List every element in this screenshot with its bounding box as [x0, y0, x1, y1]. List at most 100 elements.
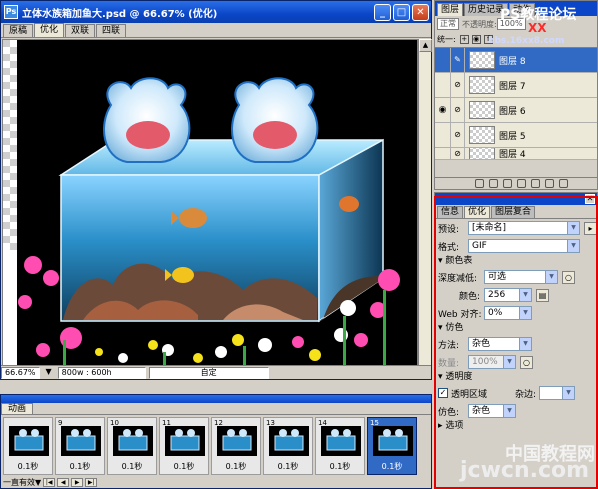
close-button[interactable]: ✕ — [412, 3, 429, 21]
tab-4-up[interactable]: 四联 — [96, 24, 127, 37]
tab-optimized[interactable]: 优化 — [34, 23, 65, 37]
unify-position-icon[interactable]: + — [459, 35, 469, 44]
document-titlebar[interactable]: Ps 立体水族箱加鱼大.psd @ 66.67% (优化) _ □ ✕ — [1, 1, 431, 23]
prev-frame-button[interactable]: ◀ — [57, 477, 70, 487]
visibility-toggle[interactable] — [435, 73, 451, 97]
watermark-top-url: bbs.16xx8.com — [488, 36, 565, 46]
maximize-button[interactable]: □ — [393, 3, 410, 21]
frame-delay[interactable]: 0.1秒 — [264, 461, 312, 472]
animation-frame-selected[interactable]: 15 0.1秒 — [367, 417, 417, 475]
layer-row[interactable]: ✎ 图层 8 — [435, 48, 597, 73]
custom-status[interactable]: 自定 — [148, 366, 269, 379]
layer-name: 图层 5 — [499, 131, 526, 142]
image-size-info[interactable]: 800w : 600h — [57, 366, 146, 379]
layer-name: 图层 4 — [499, 150, 526, 160]
format-select[interactable]: GIF ▼ — [468, 239, 580, 253]
layer-name: 图层 7 — [499, 81, 526, 92]
photoshop-screen: { "document": { "title": "立体水族箱加鱼大.psd @… — [0, 0, 598, 489]
visibility-toggle[interactable] — [435, 123, 451, 147]
depth-row: 深度减低: 可选 ▼ ○ — [435, 268, 597, 286]
animation-frame[interactable]: 13 0.1秒 — [263, 417, 313, 475]
mask-icon[interactable] — [503, 179, 512, 188]
tab-2-up[interactable]: 双联 — [65, 24, 96, 37]
tab-animation[interactable]: 动画 — [1, 403, 34, 414]
tab-info[interactable]: 信息 — [437, 206, 464, 218]
chevron-down-icon[interactable]: ▼ — [35, 478, 41, 487]
chevron-down-icon: ▼ — [519, 338, 531, 350]
animation-frame[interactable]: 10 0.1秒 — [107, 417, 157, 475]
link-layers-icon[interactable] — [475, 179, 484, 188]
eye-icon[interactable]: ◉ — [435, 98, 451, 122]
canvas-vertical-scrollbar[interactable]: ▲ — [418, 39, 432, 367]
animation-frame[interactable]: 9 0.1秒 — [55, 417, 105, 475]
visibility-toggle[interactable] — [435, 148, 451, 159]
frame-delay[interactable]: 0.1秒 — [4, 461, 52, 472]
link-icon[interactable]: ⊘ — [451, 98, 465, 122]
frame-delay[interactable]: 0.1秒 — [108, 461, 156, 472]
frame-delay[interactable]: 0.1秒 — [316, 461, 364, 472]
web-snap-select[interactable]: 0% ▼ — [484, 306, 532, 320]
chevron-down-icon: ▼ — [545, 271, 557, 283]
layer-thumbnail — [469, 126, 495, 144]
chevron-down-icon: ▼ — [567, 240, 579, 252]
dither-label: 仿色 — [445, 323, 464, 333]
document-canvas[interactable] — [2, 39, 418, 367]
minimize-button[interactable]: _ — [374, 3, 391, 21]
zoom-arrow-icon[interactable]: ▼ — [43, 367, 55, 379]
colors-select[interactable]: 256 ▼ — [484, 288, 532, 302]
tab-optimize[interactable]: 优化 — [464, 206, 491, 218]
loop-select[interactable]: 一直有效 — [3, 477, 35, 488]
adjustment-icon[interactable] — [517, 179, 526, 188]
trash-icon[interactable] — [559, 179, 568, 188]
zoom-field[interactable]: 66.67% — [1, 366, 40, 379]
visibility-toggle[interactable] — [435, 48, 451, 72]
optimize-panel-header[interactable]: ✕ — [435, 193, 597, 205]
link-icon[interactable]: ⊘ — [451, 73, 465, 97]
layer-row[interactable]: ⊘ 图层 4 — [435, 148, 597, 160]
tab-layer-comps[interactable]: 图层复合 — [491, 206, 536, 218]
animation-frame[interactable]: 12 0.1秒 — [211, 417, 261, 475]
transparency-checkbox[interactable]: ✓ — [438, 388, 448, 398]
scroll-up-arrow[interactable]: ▲ — [419, 39, 432, 52]
frame-delay[interactable]: 0.1秒 — [368, 461, 416, 472]
first-frame-button[interactable]: |◀ — [43, 477, 56, 487]
frame-delay[interactable]: 0.1秒 — [56, 461, 104, 472]
matte-select[interactable]: ▼ — [539, 386, 576, 400]
link-icon[interactable]: ⊘ — [451, 148, 465, 159]
color-picker-icon[interactable]: ○ — [562, 270, 575, 284]
preset-select[interactable]: [未命名] ▼ — [468, 221, 580, 235]
next-frame-button[interactable]: ▶| — [85, 477, 98, 487]
link-icon[interactable]: ⊘ — [451, 123, 465, 147]
amount-field: 100% ▼ — [468, 355, 516, 369]
color-table-icon[interactable]: ▤ — [536, 288, 549, 302]
dither-section[interactable]: ▾ 仿色 — [435, 322, 597, 335]
animation-frame[interactable]: 14 0.1秒 — [315, 417, 365, 475]
tab-original[interactable]: 原稿 — [3, 24, 34, 37]
tab-layers[interactable]: 图层 — [437, 3, 464, 16]
animation-frame[interactable]: 11 0.1秒 — [159, 417, 209, 475]
folder-icon[interactable] — [531, 179, 540, 188]
animation-frame[interactable]: 0.1秒 — [3, 417, 53, 475]
colors-value: 256 — [488, 290, 506, 300]
transparency-section[interactable]: ▾ 透明度 — [435, 371, 597, 384]
layer-row[interactable]: ◉ ⊘ 图层 6 — [435, 98, 597, 123]
frame-delay[interactable]: 0.1秒 — [212, 461, 260, 472]
blend-mode-select[interactable]: 正常 — [437, 18, 459, 30]
format-value: GIF — [472, 241, 487, 251]
color-table-section[interactable]: ▾ 颜色表 — [435, 255, 597, 268]
play-button[interactable]: ▶ — [71, 477, 84, 487]
unify-visibility-icon[interactable]: ◉ — [471, 35, 481, 44]
new-layer-icon[interactable] — [545, 179, 554, 188]
method-select[interactable]: 杂色 ▼ — [468, 337, 532, 351]
layer-style-icon[interactable] — [489, 179, 498, 188]
close-icon[interactable]: ✕ — [585, 194, 595, 204]
settings-menu-icon[interactable]: ▸ — [584, 221, 597, 235]
layer-row[interactable]: ⊘ 图层 7 — [435, 73, 597, 98]
transparency-dither-select[interactable]: 杂色 ▼ — [468, 404, 516, 418]
options-section[interactable]: ▸ 选项 — [435, 420, 597, 433]
frame-delay[interactable]: 0.1秒 — [160, 461, 208, 472]
depth-select[interactable]: 可选 ▼ — [484, 270, 558, 284]
animation-titlebar[interactable] — [1, 395, 431, 403]
frame-thumbnail — [373, 426, 413, 456]
layer-row[interactable]: ⊘ 图层 5 — [435, 123, 597, 148]
